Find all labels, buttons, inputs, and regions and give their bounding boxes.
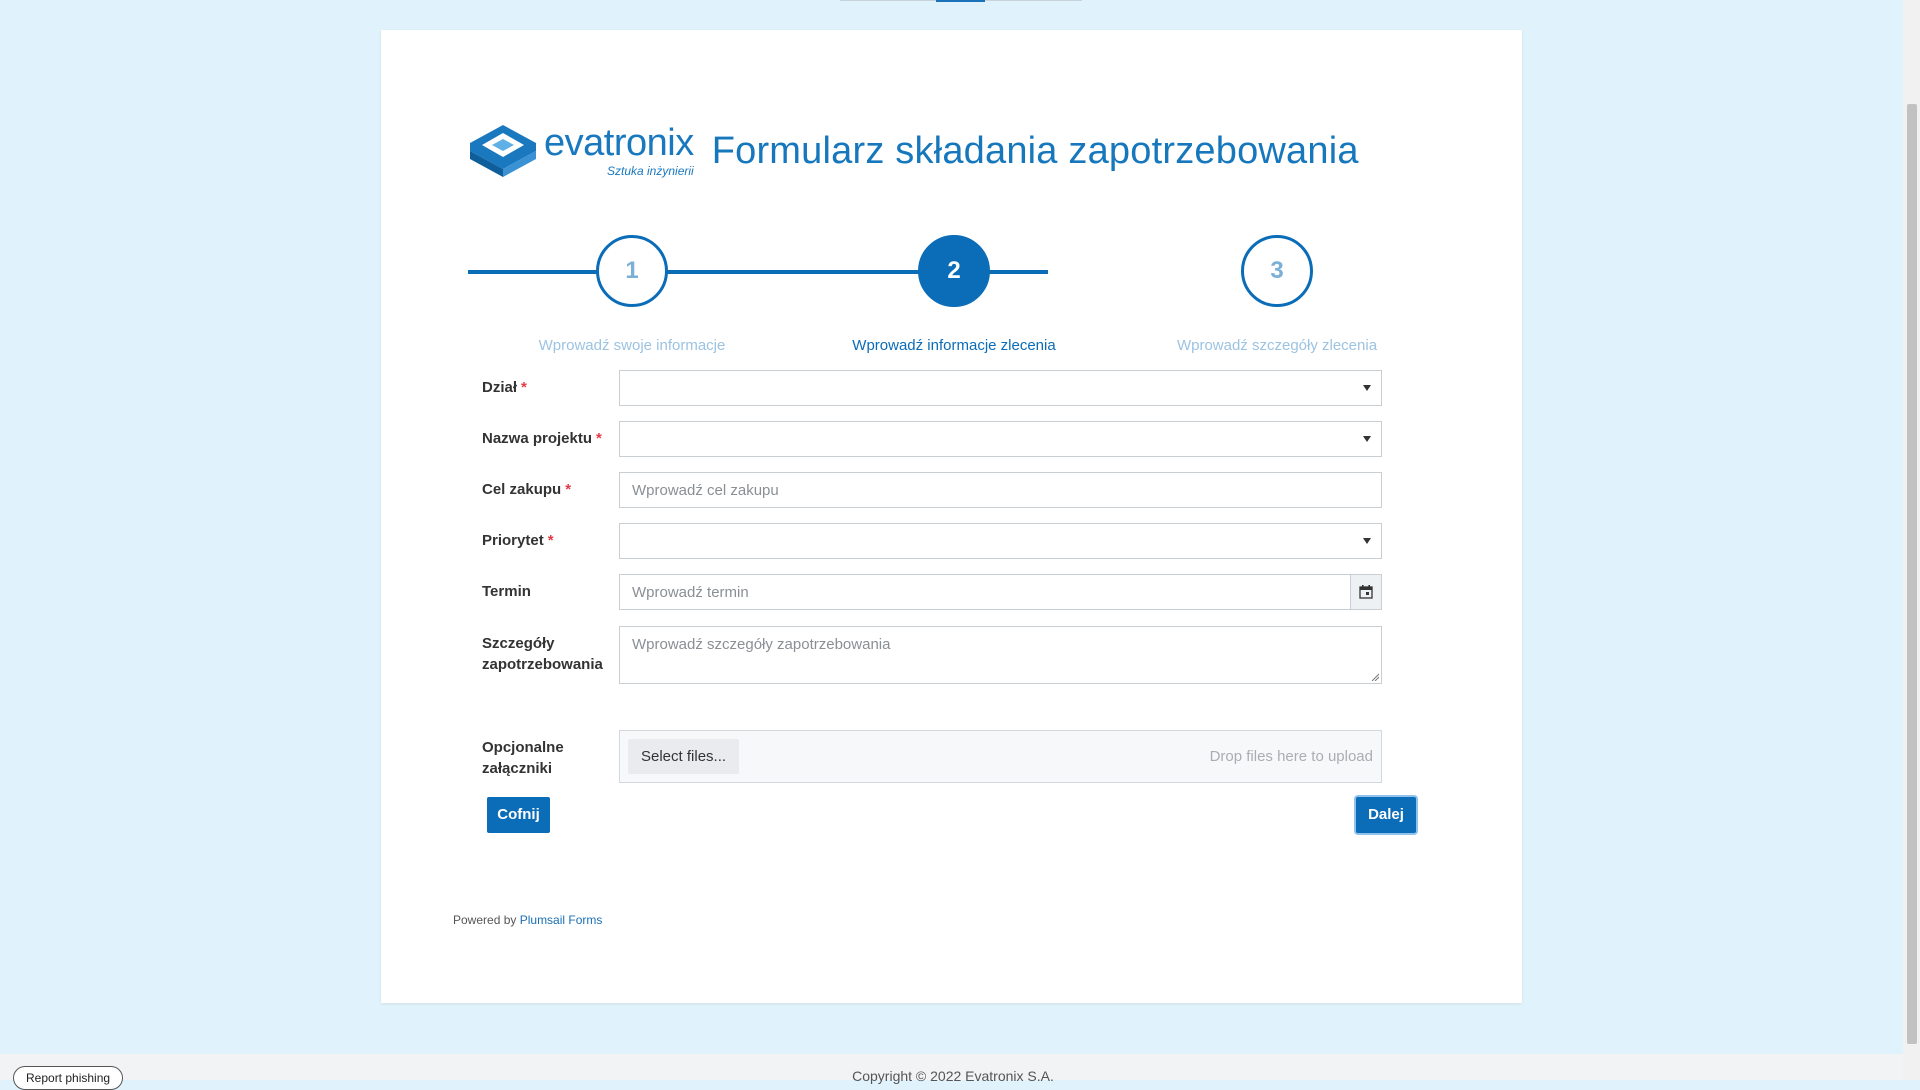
dzial-dropdown[interactable] — [619, 370, 1382, 406]
logo-icon — [470, 125, 536, 177]
page-footer: Report phishing Copyright © 2022 Evatron… — [0, 1054, 1906, 1090]
form-card: evatronix Sztuka inżynierii Formularz sk… — [381, 30, 1522, 1003]
file-upload-dropzone[interactable]: Select files... Drop files here to uploa… — [619, 730, 1382, 783]
drop-files-hint: Drop files here to upload — [1209, 748, 1373, 765]
back-button[interactable]: Cofnij — [487, 797, 550, 833]
nazwa-projektu-label: Nazwa projektu * — [482, 430, 602, 447]
termin-date-input[interactable]: Wprowadź termin — [619, 574, 1382, 610]
termin-placeholder: Wprowadź termin — [632, 584, 749, 601]
calendar-icon[interactable] — [1350, 575, 1381, 609]
szczegoly-placeholder: Wprowadź szczegóły zapotrzebowania — [632, 636, 891, 653]
dzial-label: Dział * — [482, 379, 527, 396]
priorytet-label: Priorytet * — [482, 532, 554, 549]
form-header: evatronix Sztuka inżynierii Formularz sk… — [468, 123, 1359, 179]
szczegoly-textarea[interactable]: Wprowadź szczegóły zapotrzebowania — [619, 626, 1382, 684]
next-button[interactable]: Dalej — [1356, 797, 1416, 833]
step-1-circle[interactable]: 1 — [596, 235, 668, 307]
plumsail-forms-link[interactable]: Plumsail Forms — [520, 913, 603, 927]
top-progress-segment — [936, 0, 985, 2]
zalaczniki-label: Opcjonalne załączniki — [482, 739, 564, 777]
chevron-down-icon — [1363, 385, 1371, 391]
scrollbar-thumb[interactable] — [1907, 104, 1917, 1044]
cel-zakupu-label: Cel zakupu * — [482, 481, 572, 498]
cel-zakupu-placeholder: Wprowadź cel zakupu — [632, 482, 779, 499]
priorytet-dropdown[interactable] — [619, 523, 1382, 559]
step-1-label: Wprowadź swoje informacje — [538, 337, 726, 354]
resize-handle-icon[interactable] — [1371, 673, 1379, 681]
szczegoly-label: Szczegóły zapotrzebowania — [482, 635, 603, 673]
nazwa-projektu-dropdown[interactable] — [619, 421, 1382, 457]
evatronix-logo: evatronix Sztuka inżynierii — [468, 123, 694, 179]
chevron-down-icon — [1363, 436, 1371, 442]
step-2-circle[interactable]: 2 — [918, 235, 990, 307]
step-3-label: Wprowadź szczegóły zlecenia — [1176, 337, 1378, 354]
page-title: Formularz składania zapotrzebowania — [711, 129, 1359, 172]
top-progress-strip — [840, 0, 1082, 2]
termin-label: Termin — [482, 583, 531, 600]
copyright-text: Copyright © 2022 Evatronix S.A. — [852, 1068, 1054, 1084]
vertical-scrollbar[interactable] — [1903, 0, 1920, 1080]
logo-wordmark: evatronix — [544, 122, 694, 164]
cel-zakupu-input[interactable]: Wprowadź cel zakupu — [619, 472, 1382, 508]
step-3-circle[interactable]: 3 — [1241, 235, 1313, 307]
powered-by: Powered by Plumsail Forms — [453, 913, 603, 927]
chevron-down-icon — [1363, 538, 1371, 544]
wizard-stepper: 1 2 3 Wprowadź swoje informacje Wprowadź… — [468, 235, 1404, 354]
step-2-label: Wprowadź informacje zlecenia — [852, 337, 1056, 354]
required-marker: * — [565, 481, 572, 498]
required-marker: * — [521, 379, 527, 396]
required-marker: * — [547, 532, 554, 549]
required-marker: * — [596, 430, 602, 447]
logo-tagline: Sztuka inżynierii — [607, 164, 694, 178]
select-files-button[interactable]: Select files... — [628, 739, 740, 774]
